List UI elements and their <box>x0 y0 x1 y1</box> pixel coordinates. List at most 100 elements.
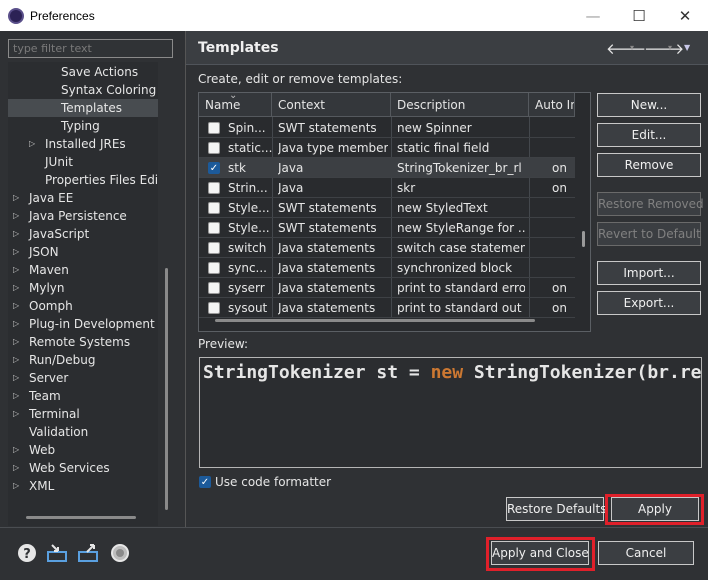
tree-item[interactable]: ▷ Web <box>8 441 158 459</box>
expand-twisty-icon[interactable]: ▷ <box>13 441 19 459</box>
template-enabled-checkbox[interactable] <box>208 182 220 194</box>
template-enabled-checkbox[interactable] <box>208 122 220 134</box>
tree-item[interactable]: ▷ Installed JREs <box>8 135 158 153</box>
tree-item[interactable]: ▷ Maven <box>8 261 158 279</box>
tree-item[interactable]: ▷ Terminal <box>8 405 158 423</box>
tree-item[interactable]: Templates <box>8 99 158 117</box>
forward-arrow-icon[interactable]: 🡒 <box>644 39 684 58</box>
expand-twisty-icon[interactable]: ▷ <box>13 387 19 405</box>
filter-input[interactable]: type filter text <box>8 39 173 58</box>
tree-item[interactable]: ▷ Oomph <box>8 297 158 315</box>
template-row[interactable]: ✓ stk Java StringTokenizer_br_rl on <box>199 158 575 178</box>
tree-item[interactable]: ▷ Team <box>8 387 158 405</box>
close-button[interactable]: ✕ <box>662 0 708 31</box>
expand-twisty-icon[interactable]: ▷ <box>13 315 19 333</box>
import-button[interactable]: Import... <box>597 261 701 285</box>
tree-item[interactable]: ▷ Web Services <box>8 459 158 477</box>
maximize-button[interactable]: ☐ <box>616 0 662 31</box>
expand-twisty-icon[interactable]: ▷ <box>13 261 19 279</box>
template-row[interactable]: switch Java statements switch case stateme… <box>199 238 575 258</box>
template-row[interactable]: Style... SWT statements new StyledText <box>199 198 575 218</box>
expand-twisty-icon[interactable]: ▷ <box>13 459 19 477</box>
template-row[interactable]: syserr Java statements print to standard e… <box>199 278 575 298</box>
tree-item[interactable]: ▷ Remote Systems <box>8 333 158 351</box>
back-arrow-icon[interactable]: 🡐 <box>606 39 646 58</box>
expand-twisty-icon[interactable]: ▷ <box>13 477 19 495</box>
template-row[interactable]: Style... SWT statements new StyleRange for… <box>199 218 575 238</box>
use-code-formatter-checkbox[interactable]: ✓ <box>199 476 211 488</box>
apply-button[interactable]: Apply <box>611 497 699 521</box>
column-header-context[interactable]: Context <box>272 93 391 117</box>
tree-item[interactable]: ▷ Java EE <box>8 189 158 207</box>
tree-item[interactable]: ▷ Run/Debug <box>8 351 158 369</box>
template-enabled-checkbox[interactable]: ✓ <box>208 162 220 174</box>
tree-item[interactable]: Properties Files Editor <box>8 171 158 189</box>
tree-item[interactable]: ▷ Java Persistence <box>8 207 158 225</box>
tree-item[interactable]: ▷ JSON <box>8 243 158 261</box>
template-enabled-checkbox[interactable] <box>208 202 220 214</box>
revert-to-default-button[interactable]: Revert to Default <box>597 222 701 246</box>
view-menu-icon[interactable]: ▼ <box>684 43 690 52</box>
oomph-record-icon[interactable] <box>110 543 130 563</box>
template-enabled-checkbox[interactable] <box>208 242 220 254</box>
use-code-formatter-label[interactable]: Use code formatter <box>215 475 331 489</box>
expand-twisty-icon[interactable]: ▷ <box>13 333 19 351</box>
panel-divider[interactable] <box>185 31 186 527</box>
template-row[interactable]: Strin... Java skr on <box>199 178 575 198</box>
expand-twisty-icon[interactable]: ▷ <box>13 279 19 297</box>
template-enabled-checkbox[interactable] <box>208 302 220 314</box>
expand-twisty-icon[interactable]: ▷ <box>13 207 19 225</box>
tree-item[interactable]: Save Actions <box>8 63 158 81</box>
template-row[interactable]: static... Java type members static final f… <box>199 138 575 158</box>
expand-twisty-icon[interactable]: ▷ <box>13 405 19 423</box>
column-header-description[interactable]: Description <box>391 93 529 117</box>
column-header-name[interactable]: Name ⌄ <box>199 93 272 117</box>
expand-twisty-icon[interactable]: ▷ <box>13 243 19 261</box>
tree-item[interactable]: ▷ JavaScript <box>8 225 158 243</box>
template-auto-cell <box>552 218 574 238</box>
import-preferences-icon[interactable] <box>46 543 68 563</box>
column-header-auto-insert[interactable]: Auto In <box>529 93 575 117</box>
tree-item[interactable]: ▷ XML <box>8 477 158 495</box>
expand-twisty-icon[interactable]: ▷ <box>13 189 19 207</box>
forward-dropdown-icon[interactable]: ▾ <box>668 43 672 52</box>
template-enabled-checkbox[interactable] <box>208 142 220 154</box>
template-row[interactable]: sysout Java statements print to standard o… <box>199 298 575 318</box>
tree-item[interactable]: Syntax Coloring <box>8 81 158 99</box>
tree-item-label: Remote Systems <box>29 335 131 349</box>
back-dropdown-icon[interactable]: ▾ <box>630 43 634 52</box>
tree-item[interactable]: Typing <box>8 117 158 135</box>
minimize-button[interactable]: — <box>570 0 616 31</box>
tree-item[interactable]: JUnit <box>8 153 158 171</box>
cancel-button[interactable]: Cancel <box>598 541 694 565</box>
apply-and-close-button[interactable]: Apply and Close <box>491 541 589 565</box>
expand-twisty-icon[interactable]: ▷ <box>13 351 19 369</box>
tree-horizontal-scrollbar[interactable] <box>26 516 136 519</box>
expand-twisty-icon[interactable]: ▷ <box>13 225 19 243</box>
restore-defaults-button[interactable]: Restore Defaults <box>506 497 606 521</box>
template-enabled-checkbox[interactable] <box>208 282 220 294</box>
templates-table[interactable]: Name ⌄ Context Description Auto In Spin.… <box>198 92 591 332</box>
help-icon[interactable]: ? <box>17 543 37 563</box>
tree-item[interactable]: ▷ Server <box>8 369 158 387</box>
table-vertical-scrollbar[interactable] <box>582 231 585 247</box>
export-button[interactable]: Export... <box>597 291 701 315</box>
tree-vertical-scrollbar[interactable] <box>165 268 168 510</box>
export-preferences-icon[interactable] <box>77 543 99 563</box>
template-enabled-checkbox[interactable] <box>208 222 220 234</box>
expand-twisty-icon[interactable]: ▷ <box>29 135 35 153</box>
tree-item[interactable]: ▷ Mylyn <box>8 279 158 297</box>
template-row[interactable]: Spin... SWT statements new Spinner <box>199 118 575 138</box>
remove-button[interactable]: Remove <box>597 153 701 177</box>
tree-item[interactable]: ▷ Plug-in Development <box>8 315 158 333</box>
restore-removed-button[interactable]: Restore Removed <box>597 192 704 216</box>
new-button[interactable]: New... <box>597 93 701 117</box>
table-horizontal-scrollbar[interactable] <box>215 319 535 322</box>
template-row[interactable]: sync... Java statements synchronized block <box>199 258 575 278</box>
edit-button[interactable]: Edit... <box>597 123 701 147</box>
template-enabled-checkbox[interactable] <box>208 262 220 274</box>
tree-item[interactable]: Validation <box>8 423 158 441</box>
preferences-tree[interactable]: Save Actions Syntax Coloring Templates Typi… <box>8 62 158 526</box>
expand-twisty-icon[interactable]: ▷ <box>13 369 19 387</box>
expand-twisty-icon[interactable]: ▷ <box>13 297 19 315</box>
